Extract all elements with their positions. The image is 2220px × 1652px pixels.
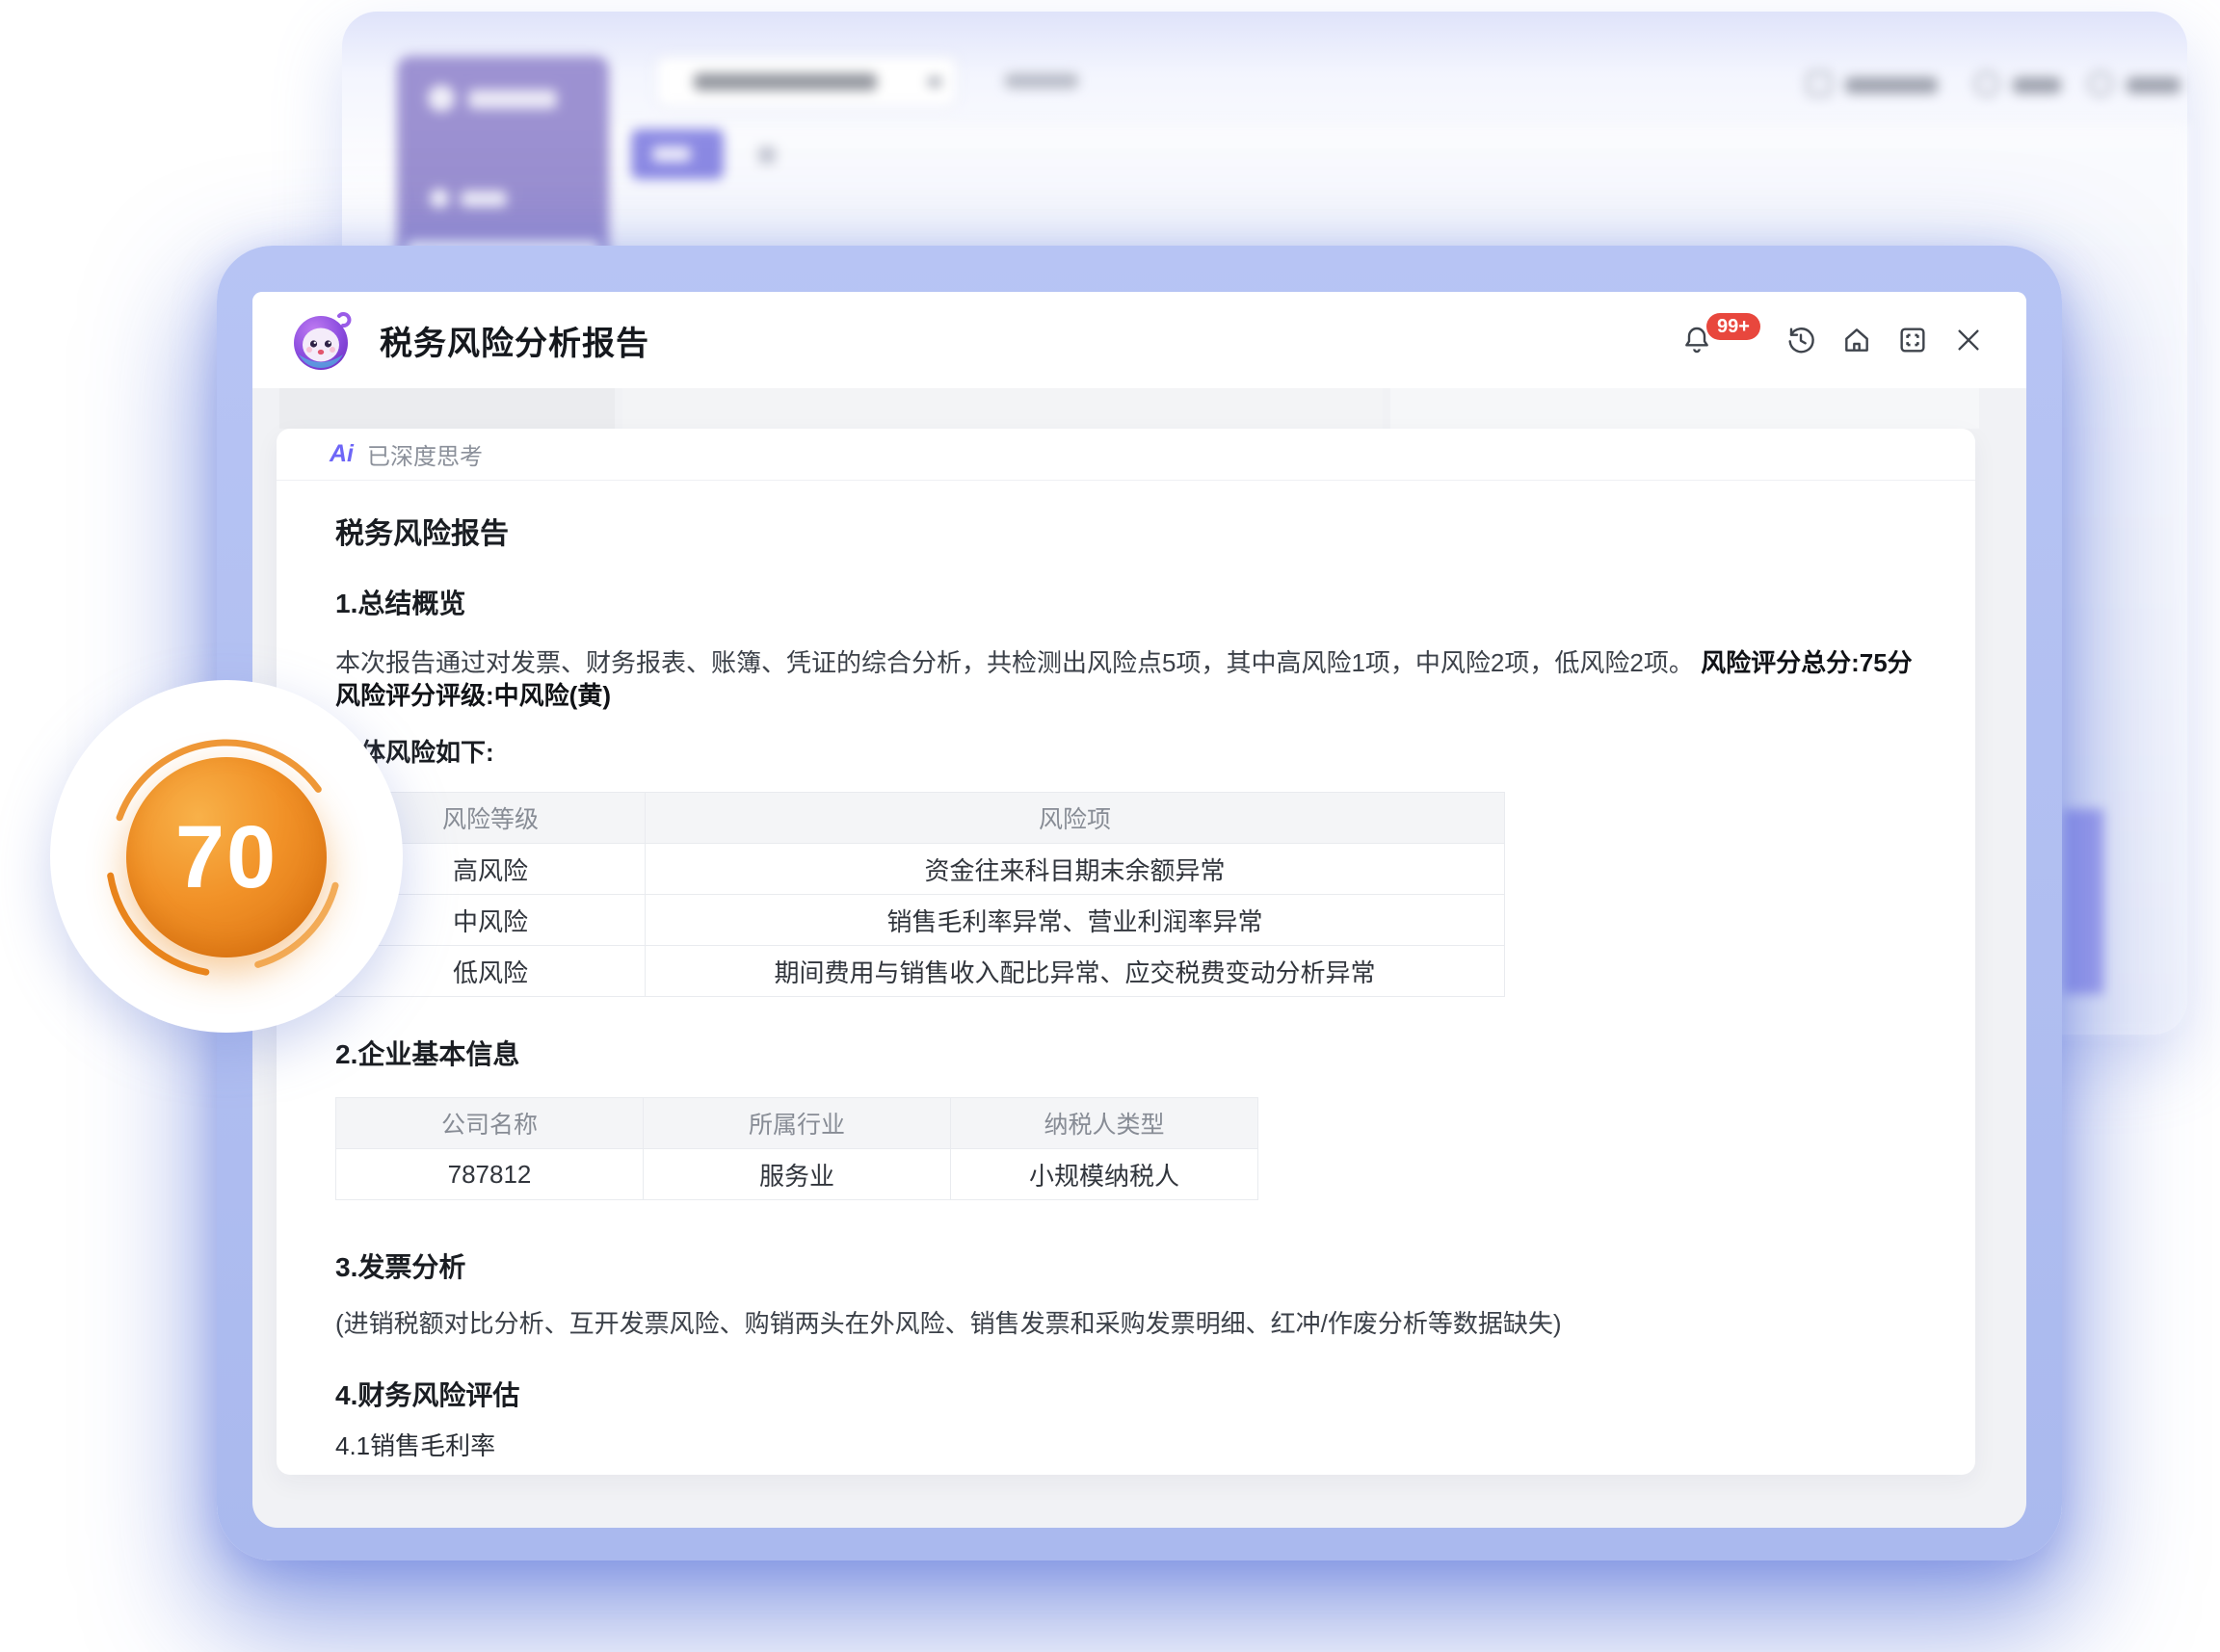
table-row: 787812 服务业 小规模纳税人 [336,1149,1258,1200]
modal-header: 税务风险分析报告 99+ [252,292,2026,388]
background-toolbar-icon-2 [1974,71,1999,96]
modal-header-actions: 99+ [1681,321,1984,359]
background-card-edge-2 [622,388,1383,429]
screen: 税务风险分析报告 99+ [0,0,2220,1652]
fullscreen-icon[interactable] [1897,325,1928,355]
risk-item-header: 风险项 [646,793,1505,844]
background-toolbar-text-3 [2127,77,2180,93]
section-1-heading: 1.总结概览 [335,583,1916,621]
summary-text: 本次报告通过对发票、财务报表、账簿、凭证的综合分析，共检测出风险点5项，其中高风… [335,648,1701,677]
background-sidebar-item-text [461,191,507,207]
risk-item-cell: 资金往来科目期末余额异常 [646,844,1505,895]
background-toolbar-text-2 [2013,77,2061,93]
background-sidebar-item-icon [430,189,449,208]
report-modal: 税务风险分析报告 99+ [217,246,2062,1560]
table-row: 高风险 资金往来科目期末余额异常 [336,844,1505,895]
company-info-table: 公司名称 所属行业 纳税人类型 787812 服务业 小规模纳税人 [335,1097,1258,1200]
assistant-avatar [289,308,353,372]
industry-cell: 服务业 [644,1149,951,1200]
section-3-heading: 3.发票分析 [335,1246,1916,1285]
background-card-edge-3 [1390,388,1979,429]
company-name-cell: 787812 [336,1149,644,1200]
score-value: 70 [175,813,278,902]
report-content: 税务风险报告 1.总结概览 本次报告通过对发票、财务报表、账簿、凭证的综合分析，… [277,510,1975,1475]
table-row: 低风险 期间费用与销售收入配比异常、应交税费变动分析异常 [336,946,1505,997]
report-card: Ai 已深度思考 税务风险报告 1.总结概览 本次报告通过对发票、财务报表、账簿… [277,429,1975,1475]
background-search-chevron [928,77,941,87]
background-search-text [694,73,877,91]
notification-count-badge: 99+ [1706,313,1760,340]
table-row: 中风险 销售毛利率异常、营业利润率异常 [336,895,1505,946]
report-modal-body: 税务风险分析报告 99+ [252,292,2026,1528]
risk-item-cell: 期间费用与销售收入配比异常、应交税费变动分析异常 [646,946,1505,997]
background-primary-button-text [652,146,691,162]
notifications-button[interactable]: 99+ [1681,321,1760,359]
table-header-row: 风险等级 风险项 [336,793,1505,844]
company-name-header: 公司名称 [336,1098,644,1149]
score-orb: 70 [126,757,327,957]
background-toolbar-icon-1 [1807,71,1832,96]
section-4-1-heading: 4.1销售毛利率 [335,1427,1916,1462]
history-icon[interactable] [1785,325,1816,355]
background-card-edge-1 [279,388,615,429]
modal-title: 税务风险分析报告 [380,317,649,364]
risk-item-cell: 销售毛利率异常、营业利润率异常 [646,895,1505,946]
home-icon[interactable] [1841,325,1872,355]
industry-header: 所属行业 [644,1098,951,1149]
ai-status-text: 已深度思考 [367,437,483,471]
report-title: 税务风险报告 [335,510,1916,552]
table-header-row: 公司名称 所属行业 纳税人类型 [336,1098,1258,1149]
background-logo-text [468,90,557,109]
risk-score-badge: 70 [50,680,403,1033]
close-icon[interactable] [1953,325,1984,355]
section-2-heading: 2.企业基本信息 [335,1034,1916,1072]
section-4-heading: 4.财务风险评估 [335,1375,1916,1413]
summary-paragraph: 本次报告通过对发票、财务报表、账簿、凭证的综合分析，共检测出风险点5项，其中高风… [335,646,1916,712]
taxpayer-type-cell: 小规模纳税人 [951,1149,1258,1200]
ai-status-bar: Ai 已深度思考 [277,429,1975,481]
background-right-panel-button [2063,809,2103,994]
invoice-analysis-note: (进销税额对比分析、互开发票风险、购销两头在外风险、销售发票和采购发票明细、红冲… [335,1304,1916,1340]
risk-table: 风险等级 风险项 高风险 资金往来科目期末余额异常 中风险 销售毛利率异常、营业… [335,792,1505,997]
risk-list-intro: 具体风险如下: [335,733,1916,769]
taxpayer-type-header: 纳税人类型 [951,1098,1258,1149]
background-caption-text [1005,73,1078,89]
background-toolbar-icon-3 [2088,71,2113,96]
background-toolbar-text-1 [1845,77,1938,93]
ai-logo: Ai [330,440,354,468]
background-small-icon [758,146,776,164]
background-logo-icon [428,85,455,112]
